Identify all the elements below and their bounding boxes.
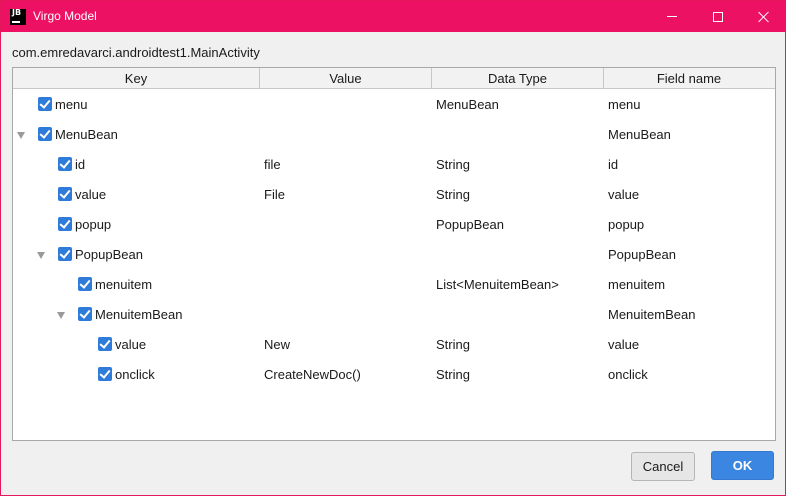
row-checkbox[interactable] <box>78 307 92 321</box>
model-tree-table: Key Value Data Type Field name menu MenuB… <box>12 67 776 441</box>
maximize-icon <box>712 11 723 22</box>
row-checkbox[interactable] <box>58 247 72 261</box>
field-name-cell[interactable]: popup <box>608 210 644 240</box>
field-name-cell[interactable]: MenuitemBean <box>608 300 695 330</box>
field-name-cell[interactable]: id <box>608 150 618 180</box>
table-row[interactable]: popup PopupBean popup <box>13 210 775 240</box>
key-cell: value <box>75 187 107 202</box>
field-name-cell[interactable]: menu <box>608 90 641 120</box>
field-name-cell[interactable]: onclick <box>608 360 648 390</box>
key-cell: popup <box>75 217 112 232</box>
column-header-value[interactable]: Value <box>260 68 432 89</box>
column-header-field-name[interactable]: Field name <box>604 68 774 89</box>
row-checkbox[interactable] <box>98 367 112 381</box>
field-name-cell[interactable]: value <box>608 330 639 360</box>
key-cell: onclick <box>115 367 155 382</box>
data-type-cell[interactable]: String <box>436 150 470 180</box>
row-checkbox[interactable] <box>58 187 72 201</box>
table-header: Key Value Data Type Field name <box>13 68 775 89</box>
table-row[interactable]: menu MenuBean menu <box>13 90 775 120</box>
data-type-cell[interactable]: String <box>436 330 470 360</box>
virgo-model-dialog: JB Virgo Model com.emredavarci.androidte… <box>0 0 786 496</box>
table-row[interactable]: value File String value <box>13 180 775 210</box>
row-checkbox[interactable] <box>98 337 112 351</box>
key-cell: value <box>115 337 147 352</box>
icon-underline <box>12 21 20 23</box>
row-checkbox[interactable] <box>78 277 92 291</box>
key-cell: menuitem <box>95 277 153 292</box>
table-row[interactable]: PopupBean PopupBean <box>13 240 775 270</box>
column-header-key[interactable]: Key <box>13 68 260 89</box>
data-type-cell[interactable]: String <box>436 360 470 390</box>
value-cell[interactable]: New <box>264 330 290 360</box>
field-name-cell[interactable]: value <box>608 180 639 210</box>
row-checkbox[interactable] <box>38 97 52 111</box>
table-row[interactable]: MenuBean MenuBean <box>13 120 775 150</box>
close-icon <box>758 11 770 23</box>
data-type-cell[interactable]: PopupBean <box>436 210 504 240</box>
close-button[interactable] <box>741 1 786 32</box>
key-cell: MenuBean <box>55 127 118 142</box>
minimize-button[interactable] <box>649 1 694 32</box>
window-title: Virgo Model <box>33 9 97 23</box>
expand-arrow-icon[interactable] <box>57 312 65 319</box>
key-cell: id <box>75 157 86 172</box>
value-cell[interactable]: file <box>264 150 281 180</box>
class-path-label: com.emredavarci.androidtest1.MainActivit… <box>12 45 260 60</box>
jetbrains-icon: JB <box>10 9 26 25</box>
table-row[interactable]: value New String value <box>13 330 775 360</box>
cancel-button[interactable]: Cancel <box>631 452 695 481</box>
field-name-cell[interactable]: MenuBean <box>608 120 671 150</box>
table-row[interactable]: onclick CreateNewDoc() String onclick <box>13 360 775 390</box>
data-type-cell[interactable]: MenuBean <box>436 90 499 120</box>
table-row[interactable]: menuitem List<MenuitemBean> menuitem <box>13 270 775 300</box>
value-cell[interactable]: File <box>264 180 285 210</box>
maximize-button[interactable] <box>695 1 740 32</box>
field-name-cell[interactable]: PopupBean <box>608 240 676 270</box>
icon-text: JB <box>12 8 22 17</box>
row-checkbox[interactable] <box>58 217 72 231</box>
key-cell: PopupBean <box>75 247 143 262</box>
table-row[interactable]: id file String id <box>13 150 775 180</box>
data-type-cell[interactable]: List<MenuitemBean> <box>436 270 559 300</box>
key-cell: MenuitemBean <box>95 307 183 322</box>
expand-arrow-icon[interactable] <box>17 132 25 139</box>
data-type-cell[interactable]: String <box>436 180 470 210</box>
value-cell[interactable]: CreateNewDoc() <box>264 360 361 390</box>
row-checkbox[interactable] <box>38 127 52 141</box>
column-header-data-type[interactable]: Data Type <box>432 68 604 89</box>
table-row[interactable]: MenuitemBean MenuitemBean <box>13 300 775 330</box>
minimize-icon <box>666 16 677 17</box>
row-checkbox[interactable] <box>58 157 72 171</box>
expand-arrow-icon[interactable] <box>37 252 45 259</box>
ok-button[interactable]: OK <box>711 451 774 480</box>
field-name-cell[interactable]: menuitem <box>608 270 665 300</box>
title-bar[interactable]: JB Virgo Model <box>1 1 785 32</box>
key-cell: menu <box>55 97 88 112</box>
